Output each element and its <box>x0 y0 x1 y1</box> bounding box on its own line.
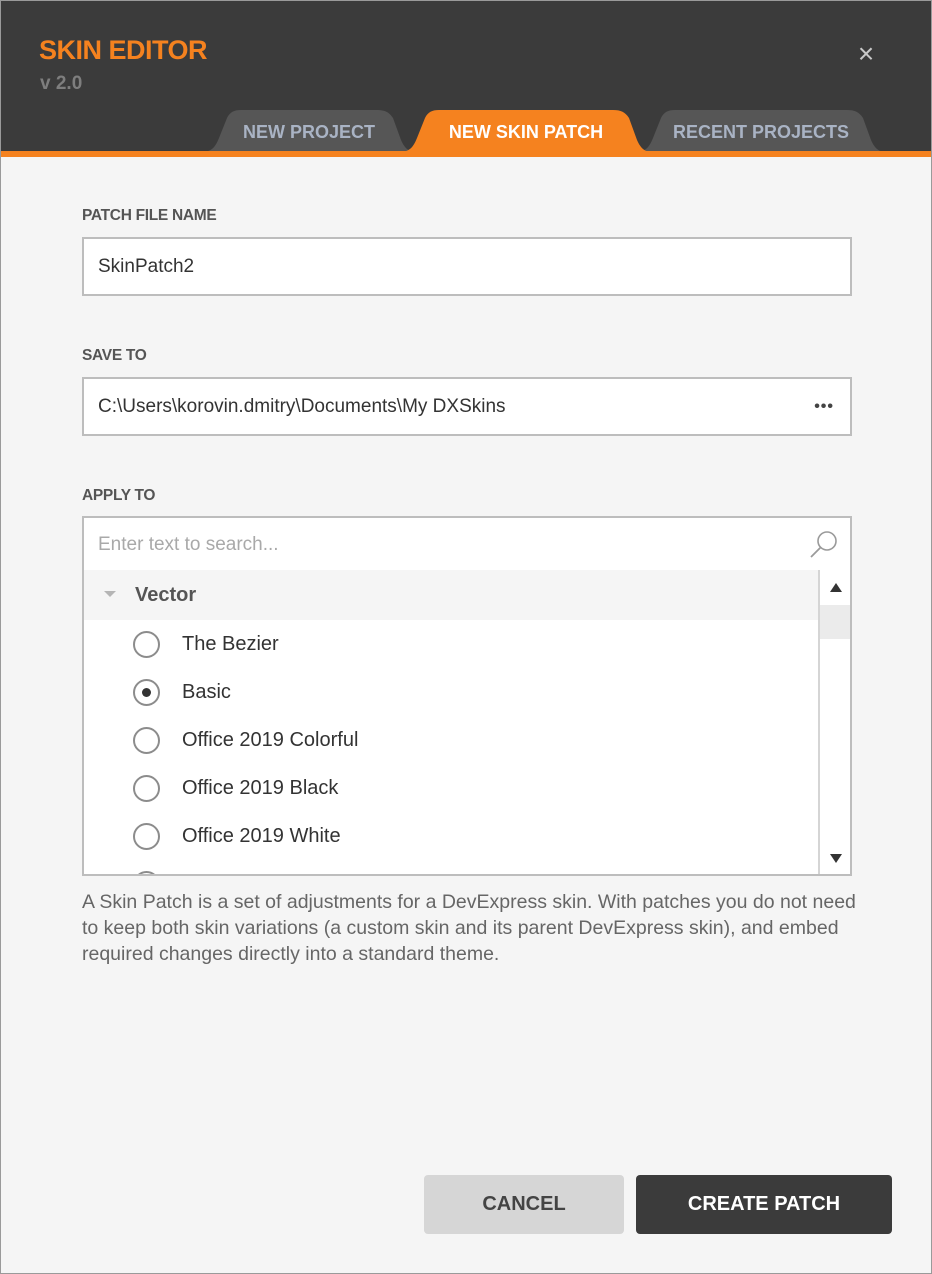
list-item-label: Office 2019 White <box>182 825 341 847</box>
close-icon: × <box>857 38 875 69</box>
tab-recent-projects[interactable]: RECENT PROJECTS <box>635 110 887 152</box>
browse-button[interactable]: ••• <box>814 379 834 434</box>
skin-list: Vector The Bezier Basic Office 2019 Colo… <box>82 570 852 876</box>
list-scrollbar[interactable] <box>818 570 850 874</box>
list-item[interactable]: The Bezier <box>84 620 818 668</box>
scroll-down-arrow-icon[interactable] <box>830 854 842 863</box>
radio-button[interactable] <box>133 823 160 850</box>
save-to-label: SAVE TO <box>82 347 147 364</box>
tab-label: RECENT PROJECTS <box>672 122 850 142</box>
app-version: v 2.0 <box>40 73 83 94</box>
radio-button-checked[interactable] <box>133 679 160 706</box>
tab-label: NEW SKIN PATCH <box>448 122 604 142</box>
scroll-up-arrow-icon[interactable] <box>830 583 842 592</box>
collapse-arrow-icon[interactable] <box>104 591 116 597</box>
apply-to-search-input[interactable]: Enter text to search... <box>82 516 852 572</box>
tab-new-project[interactable]: NEW PROJECT <box>201 110 417 152</box>
list-item-partial[interactable] <box>84 860 818 874</box>
list-item[interactable]: Basic <box>84 668 818 716</box>
apply-to-label: APPLY TO <box>82 487 156 504</box>
list-item-label: Office 2019 Black <box>182 777 339 799</box>
save-to-input[interactable]: C:\Users\korovin.dmitry\Documents\My DXS… <box>82 377 852 436</box>
list-item-label: Basic <box>182 681 231 703</box>
search-placeholder: Enter text to search... <box>98 534 279 555</box>
scrollbar-thumb[interactable] <box>820 605 850 639</box>
patch-file-name-input[interactable]: SkinPatch2 <box>82 237 852 296</box>
radio-button[interactable] <box>133 631 160 658</box>
header: SKIN EDITOR v 2.0 × NEW PROJECT RECENT P… <box>1 1 931 157</box>
radio-button[interactable] <box>133 727 160 754</box>
list-item[interactable]: Office 2019 Colorful <box>84 716 818 764</box>
group-label: Vector <box>135 584 197 606</box>
list-item[interactable]: Office 2019 Black <box>84 764 818 812</box>
tab-new-skin-patch[interactable]: NEW SKIN PATCH <box>399 110 653 152</box>
description-text: A Skin Patch is a set of adjustments for… <box>82 891 856 965</box>
tab-underline <box>1 151 931 157</box>
create-patch-button[interactable]: CREATE PATCH <box>636 1175 892 1234</box>
close-button[interactable]: × <box>853 38 879 69</box>
skin-editor-window: SKIN EDITOR v 2.0 × NEW PROJECT RECENT P… <box>0 0 932 1274</box>
list-item-label: The Bezier <box>182 633 279 655</box>
search-icon[interactable] <box>808 528 840 560</box>
radio-button[interactable] <box>133 775 160 802</box>
list-item-label: Office 2019 Colorful <box>182 729 359 751</box>
save-to-value: C:\Users\korovin.dmitry\Documents\My DXS… <box>98 396 506 417</box>
radio-button[interactable] <box>133 871 160 874</box>
group-header-vector[interactable]: Vector <box>84 570 818 620</box>
app-title: SKIN EDITOR <box>39 35 208 65</box>
patch-file-name-label: PATCH FILE NAME <box>82 207 217 224</box>
list-item[interactable]: Office 2019 White <box>84 812 818 860</box>
tab-label: NEW PROJECT <box>242 122 375 142</box>
cancel-button[interactable]: CANCEL <box>424 1175 624 1234</box>
patch-file-name-value: SkinPatch2 <box>98 256 195 277</box>
